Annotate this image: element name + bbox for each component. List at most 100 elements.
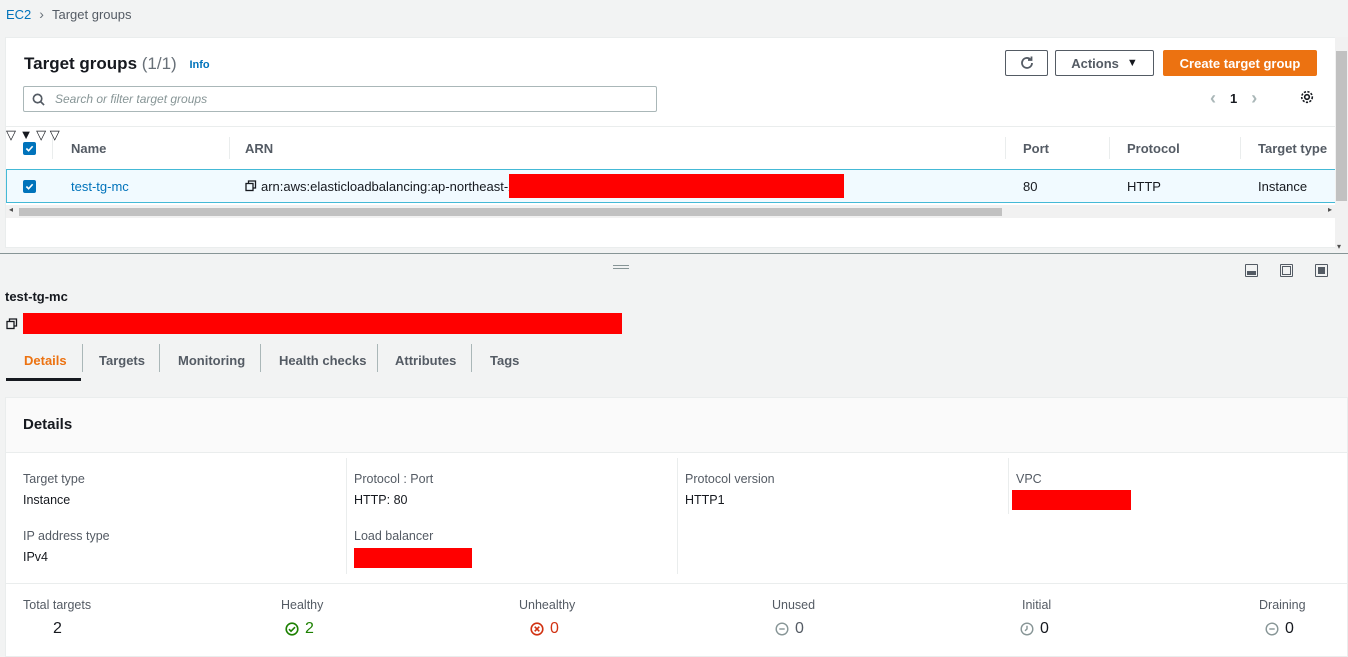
total-targets-value: 2 [53, 620, 62, 638]
unhealthy-count: 0 [550, 620, 559, 637]
draining-count: 0 [1285, 620, 1294, 637]
target-groups-panel: Target groups (1/1) Info Actions ▼ Creat… [5, 37, 1336, 248]
pagination: ‹ 1 › [1210, 89, 1257, 107]
tab-targets[interactable]: Targets [99, 340, 145, 380]
chevron-left-icon[interactable]: ‹ [1210, 89, 1216, 107]
protocol-version-label: Protocol version [685, 472, 775, 486]
column-header-name[interactable]: Name [71, 127, 106, 169]
tab-attributes[interactable]: Attributes [395, 340, 456, 380]
healthy-count: 2 [305, 620, 314, 637]
tab-health-checks[interactable]: Health checks [279, 340, 366, 380]
tab-monitoring[interactable]: Monitoring [178, 340, 245, 380]
sort-icon[interactable]: ▽ [6, 127, 16, 142]
draining-label: Draining [1259, 598, 1306, 612]
x-circle-icon [530, 622, 544, 636]
redacted-block [354, 548, 472, 568]
column-label: Name [71, 140, 107, 156]
select-all-checkbox[interactable] [23, 127, 36, 169]
layout-bottom-icon[interactable] [1245, 264, 1258, 277]
initial-value[interactable]: 0 [1020, 620, 1049, 638]
chevron-right-icon: › [39, 6, 44, 22]
vertical-scrollbar[interactable]: ▾ [1335, 37, 1348, 251]
target-type-label: Target type [23, 472, 85, 486]
column-header-target-type[interactable]: Target type [1258, 127, 1327, 169]
scrollbar-thumb[interactable] [1336, 51, 1347, 201]
load-balancer-label: Load balancer [354, 529, 434, 543]
row-port: 80 [1023, 178, 1038, 194]
search-input[interactable] [53, 91, 613, 107]
refresh-button[interactable] [1005, 50, 1048, 76]
info-link[interactable]: Info [189, 59, 209, 71]
layout-full-icon[interactable] [1315, 264, 1328, 277]
column-header-protocol[interactable]: Protocol [1127, 127, 1180, 169]
unhealthy-value[interactable]: 0 [530, 620, 559, 638]
sort-icon[interactable]: ▽ [36, 127, 46, 142]
refresh-icon [1020, 56, 1033, 69]
table-row[interactable]: test-tg-mc arn:aws:elasticloadbalancing:… [6, 169, 1336, 203]
scroll-left-icon[interactable]: ◂ [9, 205, 13, 214]
detail-tabs: Details Targets Monitoring Health checks… [6, 340, 1348, 382]
ip-type-label: IP address type [23, 529, 110, 543]
details-header: Details [6, 398, 1347, 453]
total-targets-label: Total targets [23, 598, 92, 612]
unused-value[interactable]: 0 [775, 620, 804, 638]
row-target-type: Instance [1258, 178, 1308, 194]
checkbox-checked-icon [23, 141, 36, 155]
title-text: Target groups [24, 54, 138, 73]
row-name-link[interactable]: test-tg-mc [71, 170, 129, 202]
detail-title: test-tg-mc [5, 289, 68, 304]
healthy-value[interactable]: 2 [285, 620, 314, 638]
chevron-right-icon[interactable]: › [1251, 89, 1257, 107]
row-arn: arn:aws:elasticloadbalancing:ap-northeas… [245, 170, 519, 202]
create-target-group-button[interactable]: Create target group [1163, 50, 1317, 76]
breadcrumb-current: Target groups [51, 6, 132, 22]
ip-type-value: IPv4 [23, 550, 49, 564]
breadcrumb-ec2-link[interactable]: EC2 [6, 7, 31, 22]
column-header-arn[interactable]: ARN [245, 127, 273, 169]
page-title: Target groups (1/1) Info [24, 54, 210, 74]
column-label: Protocol [1127, 140, 1180, 156]
target-type-value: Instance [23, 493, 71, 507]
drag-handle-icon[interactable] [613, 265, 629, 271]
minus-circle-icon [1265, 622, 1279, 636]
clock-icon [1020, 622, 1034, 636]
scroll-down-icon[interactable]: ▾ [1337, 242, 1341, 251]
layout-side-icon[interactable] [1280, 264, 1293, 277]
table-header: Name ▽ ARN ▼ Port ▽ Protocol ▽ Target ty… [6, 126, 1336, 168]
copy-icon[interactable] [6, 318, 18, 330]
tab-details[interactable]: Details [24, 340, 67, 380]
protocol-port-value: HTTP: 80 [354, 493, 408, 507]
gear-icon [1300, 90, 1314, 104]
column-label: Target type [1258, 140, 1328, 156]
total-count: 2 [53, 620, 62, 637]
preferences-button[interactable] [1299, 89, 1315, 108]
copy-icon[interactable] [245, 180, 257, 192]
column-label: Port [1023, 140, 1049, 156]
unhealthy-label: Unhealthy [519, 598, 576, 612]
scroll-right-icon[interactable]: ▸ [1328, 205, 1332, 214]
actions-label: Actions [1071, 55, 1119, 71]
caret-down-icon: ▼ [1126, 57, 1138, 69]
breadcrumb: EC2 › Target groups [6, 6, 131, 22]
draining-value[interactable]: 0 [1265, 620, 1294, 638]
tab-tags[interactable]: Tags [490, 340, 519, 380]
horizontal-scrollbar[interactable]: ◂ ▸ [6, 205, 1336, 218]
minus-circle-icon [775, 622, 789, 636]
row-protocol: HTTP [1127, 178, 1161, 194]
redacted-block [509, 174, 844, 198]
unused-label: Unused [772, 598, 816, 612]
actions-button[interactable]: Actions ▼ [1055, 50, 1154, 76]
vpc-label: VPC [1016, 472, 1042, 486]
details-panel: Details Target type Instance IP address … [5, 397, 1348, 657]
row-checkbox[interactable] [23, 170, 36, 202]
active-tab-indicator [6, 378, 81, 381]
page-number[interactable]: 1 [1230, 91, 1237, 106]
search-box [23, 86, 657, 112]
scrollbar-thumb[interactable] [19, 208, 1002, 216]
initial-label: Initial [1022, 598, 1052, 612]
unused-count: 0 [795, 620, 804, 637]
column-header-port[interactable]: Port [1023, 127, 1049, 169]
column-label: ARN [245, 140, 274, 156]
details-heading: Details [23, 416, 73, 433]
redacted-block [23, 313, 622, 334]
